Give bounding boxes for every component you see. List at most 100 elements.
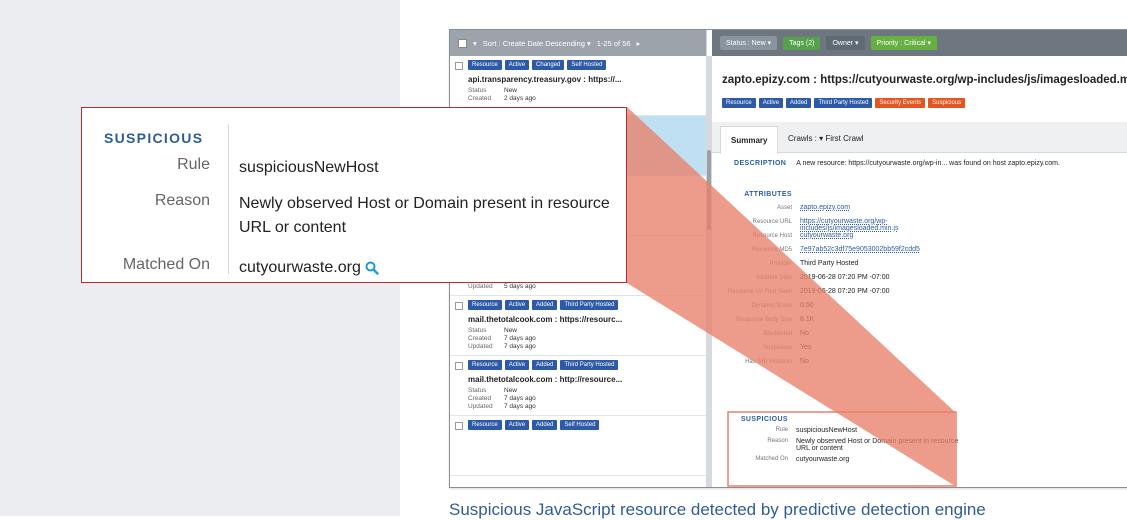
tag-badge: Added bbox=[532, 360, 558, 370]
detail-tag-badge: Security Events bbox=[875, 98, 926, 108]
attributes-section: ATTRIBUTES Asset zapto.epizy.com Resource … bbox=[712, 190, 980, 372]
meta-value: New bbox=[504, 327, 518, 334]
meta-label: Updated bbox=[468, 283, 493, 290]
attribute-label: Resource MD5 bbox=[751, 247, 792, 253]
list-item[interactable]: ResourceActiveAddedSelf Hosted bbox=[450, 416, 706, 476]
meta-label: Created bbox=[468, 95, 492, 102]
meta-label: Status bbox=[468, 387, 487, 394]
row-tags: ResourceActiveAddedSelf Hosted bbox=[468, 420, 700, 430]
reason-label: Reason bbox=[767, 438, 788, 444]
attribute-value[interactable]: 7e97ab52c3df75e9053002bb59f2cdd5 bbox=[800, 246, 980, 253]
callout-matched-row: Matched On cutyourwaste.org bbox=[82, 256, 628, 280]
tags-button[interactable]: Tags (2) bbox=[783, 36, 821, 50]
callout-matched-label: Matched On bbox=[122, 256, 210, 273]
list-toolbar: ▾ Sort : Create Date Descending ▾ 1-25 o… bbox=[450, 30, 706, 56]
list-scrollbar-thumb[interactable] bbox=[707, 150, 711, 230]
attribute-label: Has SRI Violation bbox=[745, 359, 792, 365]
row-checkbox[interactable] bbox=[455, 362, 463, 370]
sort-dropdown[interactable]: Sort : Create Date Descending ▾ bbox=[483, 39, 591, 48]
row-checkbox[interactable] bbox=[455, 422, 463, 430]
callout-reason-label: Reason bbox=[154, 192, 210, 209]
tag-badge: Third Party Hosted bbox=[560, 360, 619, 370]
detail-tag-badge: Suspicious bbox=[928, 98, 966, 108]
attribute-row: Dynamic Score 0.50 bbox=[712, 302, 980, 316]
tag-badge: Active bbox=[504, 60, 530, 70]
detail-title: zapto.epizy.com : https://cutyourwaste.o… bbox=[722, 74, 1127, 86]
attribute-label: Dynamic Score bbox=[751, 303, 792, 309]
matched-label: Matched On bbox=[755, 456, 788, 462]
row-checkbox[interactable] bbox=[455, 302, 463, 310]
rule-value: suspiciousNewHost bbox=[796, 427, 858, 434]
detail-toolbar: Status : New ▾ Tags (2) Owner ▾ Priority… bbox=[712, 30, 1127, 56]
meta-value: 7 days ago bbox=[504, 403, 536, 410]
chevron-down-icon[interactable]: ▾ bbox=[473, 39, 477, 48]
attribute-row: Has SRI Violation No bbox=[712, 358, 980, 372]
meta-label: Updated bbox=[468, 343, 493, 350]
list-item[interactable]: Resource Active Added Third Party Hosted mai… bbox=[450, 296, 706, 356]
meta-value: New bbox=[504, 87, 518, 94]
select-all-checkbox[interactable] bbox=[458, 38, 467, 48]
search-icon[interactable] bbox=[365, 261, 379, 275]
description-text: A new resource: https://cutyourwaste.org… bbox=[796, 160, 1060, 167]
attribute-value: Third Party Hosted bbox=[800, 260, 859, 267]
callout-reason-value: Newly observed Host or Domain present in… bbox=[239, 195, 610, 236]
attribute-value[interactable]: zapto.epizy.com bbox=[800, 204, 980, 211]
attribute-row: Resource URL https://cutyourwaste.org/wp-… bbox=[712, 218, 980, 232]
description-row: DESCRIPTION A new resource: https://cuty… bbox=[734, 160, 1127, 167]
attribute-row: Response Body Size 8.1K bbox=[712, 316, 980, 330]
attribute-label: Response Body Size bbox=[736, 317, 792, 323]
tag-badge: Added bbox=[532, 300, 558, 310]
row-meta: Status New Created 7 days ago Updated 7 days … bbox=[468, 387, 700, 411]
detail-tag-badge: Third Party Hosted bbox=[814, 98, 873, 108]
attribute-label: Incident Date bbox=[756, 275, 792, 281]
owner-dropdown[interactable]: Owner ▾ bbox=[826, 36, 865, 50]
tag-badge: Resource bbox=[468, 300, 502, 310]
detail-tabs: Summary Crawls : ▾ First Crawl bbox=[712, 122, 1127, 154]
attribute-value[interactable]: cutyourwaste.org bbox=[800, 232, 980, 239]
attribute-value: 2019-06-28 07:20 PM -07:00 bbox=[800, 288, 890, 295]
tag-badge: Self Hosted bbox=[560, 420, 600, 430]
description-label: DESCRIPTION bbox=[734, 160, 787, 167]
status-dropdown[interactable]: Status : New ▾ bbox=[720, 36, 778, 50]
list-item[interactable]: Resource Active Added Third Party Hosted mai… bbox=[450, 356, 706, 416]
attribute-row: Incident Date 2019-06-28 07:20 PM -07:00 bbox=[712, 274, 980, 288]
row-title[interactable]: api.transparency.treasury.gov : https://… bbox=[468, 75, 700, 84]
tag-badge: Active bbox=[504, 420, 530, 430]
meta-value: 5 days ago bbox=[504, 283, 536, 290]
attribute-row: Suspicious Yes bbox=[712, 344, 980, 358]
meta-label: Status bbox=[468, 87, 487, 94]
row-tags: Resource Active Added Third Party Hosted bbox=[468, 300, 700, 310]
attributes-label: ATTRIBUTES bbox=[744, 191, 792, 198]
meta-label: Status bbox=[468, 327, 487, 334]
attribute-value: 2019-06-28 07:20 PM -07:00 bbox=[800, 274, 890, 281]
attribute-value[interactable]: https://cutyourwaste.org/wp-includes/js/… bbox=[800, 218, 980, 232]
meta-value: 2 days ago bbox=[504, 95, 536, 102]
attribute-row: Blacklisted No bbox=[712, 330, 980, 344]
detail-pane: Status : New ▾ Tags (2) Owner ▾ Priority… bbox=[712, 30, 1127, 487]
meta-value: 7 days ago bbox=[504, 343, 536, 350]
meta-value: 7 days ago bbox=[504, 395, 536, 402]
callout-matched-value-wrap: cutyourwaste.org bbox=[239, 256, 619, 280]
attribute-label: Resource URL bbox=[752, 219, 792, 225]
tab-crawls[interactable]: Crawls : ▾ First Crawl bbox=[778, 128, 874, 149]
pagination-label: 1-25 of 56 bbox=[596, 38, 631, 48]
tag-badge: Resource bbox=[468, 360, 502, 370]
callout-matched-value[interactable]: cutyourwaste.org bbox=[239, 259, 361, 276]
callout-rule-value: suspiciousNewHost bbox=[239, 159, 379, 176]
next-page-icon[interactable]: ▸ bbox=[637, 39, 641, 48]
suspicious-section: SUSPICIOUS Rule suspiciousNewHost Reason N… bbox=[732, 416, 962, 467]
row-tags: Resource Active Added Third Party Hosted bbox=[468, 360, 700, 370]
tag-badge: Active bbox=[504, 360, 530, 370]
matched-value[interactable]: cutyourwaste.org bbox=[796, 456, 962, 463]
row-title[interactable]: mail.thetotalcook.com : https://resourc.… bbox=[468, 315, 700, 324]
tag-badge: Resource bbox=[468, 420, 502, 430]
priority-dropdown[interactable]: Priority : Critical ▾ bbox=[870, 36, 937, 50]
attribute-label: Provider bbox=[769, 261, 792, 267]
row-title[interactable]: mail.thetotalcook.com : http://resource.… bbox=[468, 375, 700, 384]
figure-caption: Suspicious JavaScript resource detected … bbox=[449, 500, 986, 519]
row-checkbox[interactable] bbox=[455, 62, 463, 70]
attribute-row: Provider Third Party Hosted bbox=[712, 260, 980, 274]
tag-badge: Active bbox=[504, 300, 530, 310]
suspicious-small-title: SUSPICIOUS bbox=[740, 416, 788, 423]
tab-summary[interactable]: Summary bbox=[720, 126, 779, 154]
